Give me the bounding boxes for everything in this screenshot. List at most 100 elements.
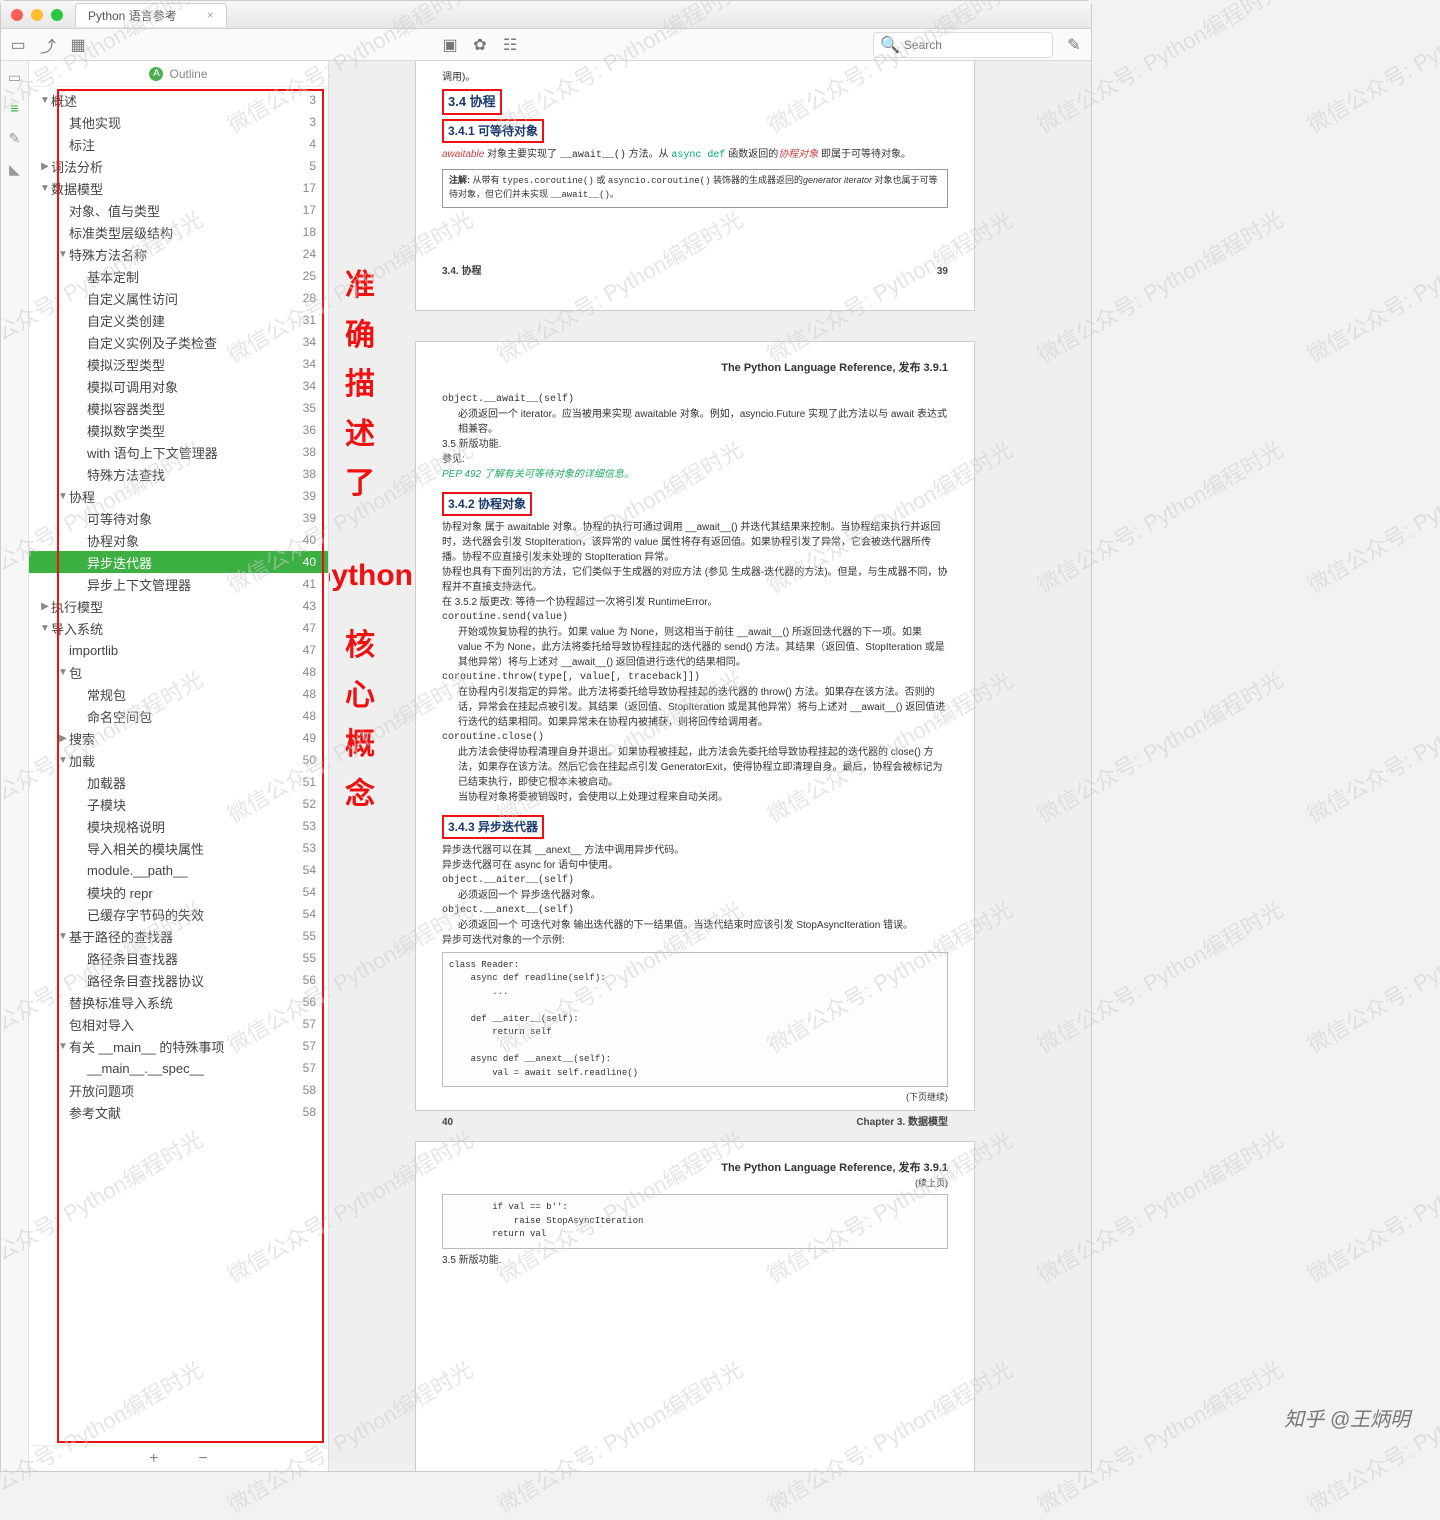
outline-item[interactable]: 模拟数字类型36 [29,419,328,441]
outline-item[interactable]: 标注4 [29,133,328,155]
paragraph: 在 3.5.2 版更改: 等待一个协程超过一次将引发 RuntimeError。 [442,595,948,610]
outline-item[interactable]: 模拟容器类型35 [29,397,328,419]
outline-item-page: 56 [303,995,316,1009]
add-icon[interactable]: + [149,1450,158,1468]
outline-item[interactable]: ▼基于路径的查找器55 [29,925,328,947]
outline-item-page: 51 [303,775,316,789]
page-footer: 3.4. 协程39 [442,264,948,279]
pencil-icon[interactable]: ✎ [9,130,21,147]
outline-item[interactable]: 替换标准导入系统56 [29,991,328,1013]
outline-item-label: 搜索 [69,729,303,748]
edit-icon[interactable]: ✎ [1065,36,1083,54]
document-tab[interactable]: Python 语言参考 × [75,3,227,27]
heading-3-4-1: 3.4.1 可等待对象 [442,119,948,143]
outline-item[interactable]: module.__path__54 [29,859,328,881]
outline-tree[interactable]: ▼概述3其他实现3标注4▶词法分析5▼数据模型17对象、值与类型17标准类型层级… [29,87,328,1445]
outline-item-label: 替换标准导入系统 [69,993,303,1012]
grid-icon[interactable]: ▦ [69,36,87,54]
outline-item[interactable]: __main__.__spec__57 [29,1057,328,1079]
outline-item[interactable]: 参考文献58 [29,1101,328,1123]
pep-link: PEP 492 了解有关可等待对象的详细信息。 [442,467,948,482]
columns-icon[interactable]: ☷ [501,36,519,54]
outline-item[interactable]: with 语句上下文管理器38 [29,441,328,463]
desc: 必须返回一个 可迭代对象 输出迭代器的下一结果值。当迭代结束时应该引发 Stop… [442,918,948,933]
outline-item-page: 24 [303,247,316,261]
annotation-text-3: 核 心 概 念 [345,621,375,819]
settings-icon[interactable]: ✿ [471,36,489,54]
outline-item[interactable]: 协程对象40 [29,529,328,551]
outline-item[interactable]: ▶执行模型43 [29,595,328,617]
search-input[interactable] [904,38,1046,52]
sidebar-toggle-icon[interactable]: ▭ [9,36,27,54]
chevron-icon: ▶ [39,161,51,172]
outline-item-label: 开放问题项 [69,1081,303,1100]
outline-item-page: 5 [309,159,316,173]
outline-item[interactable]: 基本定制25 [29,265,328,287]
view-mode-icon[interactable]: ▣ [441,36,459,54]
outline-item[interactable]: 已缓存字节码的失效54 [29,903,328,925]
outline-item[interactable]: 开放问题项58 [29,1079,328,1101]
outline-item[interactable]: 模块的 repr54 [29,881,328,903]
version: 3.5 新版功能. [442,437,948,452]
outline-item-page: 36 [303,423,316,437]
outline-item-label: 导入相关的模块属性 [87,839,303,858]
outline-item[interactable]: 导入相关的模块属性53 [29,837,328,859]
outline-item[interactable]: 其他实现3 [29,111,328,133]
outline-item[interactable]: 异步上下文管理器41 [29,573,328,595]
outline-item[interactable]: 加载器51 [29,771,328,793]
share-icon[interactable]: ⤴ [39,36,57,54]
text: 调用)。 [442,70,948,85]
paragraph: 异步迭代器可在 async for 语句中使用。 [442,858,948,873]
outline-item[interactable]: 标准类型层级结构18 [29,221,328,243]
watermark: 微信公众号: Python编程时光 [1301,0,1440,140]
outline-item[interactable]: ▼导入系统47 [29,617,328,639]
outline-item[interactable]: ▼加载50 [29,749,328,771]
page-icon[interactable]: ▭ [8,69,21,86]
outline-item[interactable]: 路径条目查找器55 [29,947,328,969]
signature: object.__await__(self) [442,392,948,407]
outline-item[interactable]: 异步迭代器40 [29,551,328,573]
outline-item[interactable]: 对象、值与类型17 [29,199,328,221]
outline-item-label: 路径条目查找器 [87,949,303,968]
outline-item-page: 48 [303,687,316,701]
outline-item[interactable]: ▼有关 __main__ 的特殊事项57 [29,1035,328,1057]
close-tab-icon[interactable]: × [207,8,214,22]
outline-item[interactable]: 模拟泛型类型34 [29,353,328,375]
outline-item[interactable]: 模拟可调用对象34 [29,375,328,397]
bookmark-icon[interactable]: ◣ [9,161,20,178]
outline-item[interactable]: ▼包48 [29,661,328,683]
outline-item[interactable]: 模块规格说明53 [29,815,328,837]
outline-item[interactable]: 自定义类创建31 [29,309,328,331]
outline-item-page: 53 [303,819,316,833]
code-block: class Reader: async def readline(self): … [442,952,948,1088]
outline-item[interactable]: 子模块52 [29,793,328,815]
pdf-page-40: The Python Language Reference, 发布 3.9.1 … [415,341,975,1111]
watermark: 微信公众号: Python编程时光 [1301,432,1440,599]
list-icon[interactable]: ≡ [10,100,18,116]
outline-item[interactable]: importlib47 [29,639,328,661]
outline-item[interactable]: 包相对导入57 [29,1013,328,1035]
outline-item[interactable]: ▼特殊方法名称24 [29,243,328,265]
outline-item[interactable]: 常规包48 [29,683,328,705]
outline-item[interactable]: ▶词法分析5 [29,155,328,177]
outline-item-label: 执行模型 [51,597,303,616]
outline-item[interactable]: ▶搜索49 [29,727,328,749]
outline-item[interactable]: ▼概述3 [29,89,328,111]
close-window-button[interactable] [11,9,23,21]
outline-item-page: 3 [309,93,316,107]
outline-item-label: 基本定制 [87,267,303,286]
outline-item[interactable]: 路径条目查找器协议56 [29,969,328,991]
doc-title: The Python Language Reference, 发布 3.9.1 [442,360,948,377]
outline-item[interactable]: 自定义实例及子类检查34 [29,331,328,353]
remove-icon[interactable]: − [199,1450,208,1468]
minimize-window-button[interactable] [31,9,43,21]
outline-item[interactable]: 命名空间包48 [29,705,328,727]
document-viewport[interactable]: 调用)。 3.4 协程 3.4.1 可等待对象 awaitable 对象主要实现… [329,61,1091,1471]
outline-item[interactable]: 自定义属性访问28 [29,287,328,309]
outline-item[interactable]: ▼协程39 [29,485,328,507]
zoom-window-button[interactable] [51,9,63,21]
search-field[interactable]: 🔍 [873,32,1053,58]
outline-item[interactable]: ▼数据模型17 [29,177,328,199]
outline-item[interactable]: 特殊方法查找38 [29,463,328,485]
outline-item[interactable]: 可等待对象39 [29,507,328,529]
